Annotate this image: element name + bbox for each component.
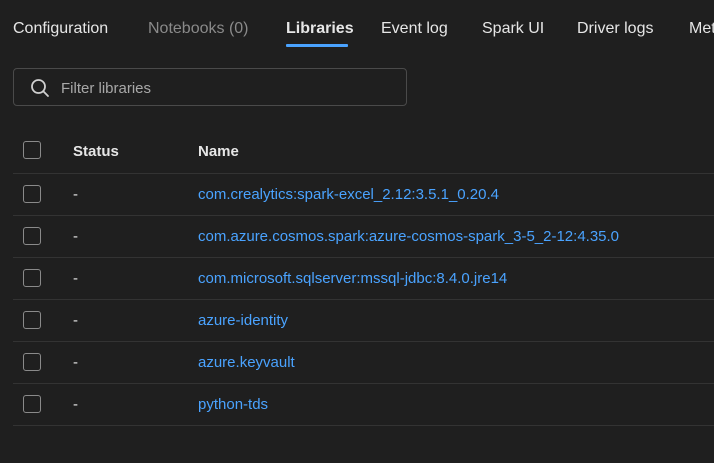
status-cell: -	[73, 396, 78, 413]
status-column-header[interactable]: Status	[73, 143, 119, 160]
tab-spark-ui[interactable]: Spark UI	[482, 19, 544, 39]
row-checkbox[interactable]	[23, 311, 41, 329]
status-cell: -	[73, 186, 78, 203]
library-link[interactable]: azure.keyvault	[198, 354, 295, 371]
library-link[interactable]: python-tds	[198, 396, 268, 413]
status-cell: -	[73, 354, 78, 371]
table-row: - com.crealytics:spark-excel_2.12:3.5.1_…	[13, 174, 714, 216]
tab-libraries[interactable]: Libraries	[286, 19, 354, 39]
library-link[interactable]: azure-identity	[198, 312, 288, 329]
tab-bar: Configuration Notebooks (0) Libraries Ev…	[0, 0, 714, 48]
filter-libraries-input[interactable]	[59, 69, 403, 107]
tab-notebooks[interactable]: Notebooks (0)	[148, 19, 249, 39]
select-all-checkbox[interactable]	[23, 141, 41, 159]
row-checkbox[interactable]	[23, 395, 41, 413]
search-icon	[30, 78, 50, 98]
table-row: - com.azure.cosmos.spark:azure-cosmos-sp…	[13, 216, 714, 258]
name-column-header[interactable]: Name	[198, 143, 239, 160]
row-checkbox[interactable]	[23, 269, 41, 287]
tab-metrics[interactable]: Met	[689, 19, 714, 39]
row-checkbox[interactable]	[23, 353, 41, 371]
status-cell: -	[73, 228, 78, 245]
library-link[interactable]: com.microsoft.sqlserver:mssql-jdbc:8.4.0…	[198, 270, 507, 287]
status-cell: -	[73, 312, 78, 329]
tab-configuration[interactable]: Configuration	[13, 19, 108, 39]
library-link[interactable]: com.crealytics:spark-excel_2.12:3.5.1_0.…	[198, 186, 499, 203]
tab-driver-logs[interactable]: Driver logs	[577, 19, 653, 39]
library-link[interactable]: com.azure.cosmos.spark:azure-cosmos-spar…	[198, 228, 619, 245]
table-row: - azure.keyvault	[13, 342, 714, 384]
filter-libraries-field[interactable]	[13, 68, 407, 107]
active-tab-indicator	[286, 44, 348, 47]
table-row: - python-tds	[13, 384, 714, 426]
table-header-row: Status Name	[13, 130, 714, 174]
row-checkbox[interactable]	[23, 185, 41, 203]
table-row: - com.microsoft.sqlserver:mssql-jdbc:8.4…	[13, 258, 714, 300]
libraries-table: Status Name - com.crealytics:spark-excel…	[13, 130, 714, 426]
tab-event-log[interactable]: Event log	[381, 19, 448, 39]
table-row: - azure-identity	[13, 300, 714, 342]
row-checkbox[interactable]	[23, 227, 41, 245]
status-cell: -	[73, 270, 78, 287]
